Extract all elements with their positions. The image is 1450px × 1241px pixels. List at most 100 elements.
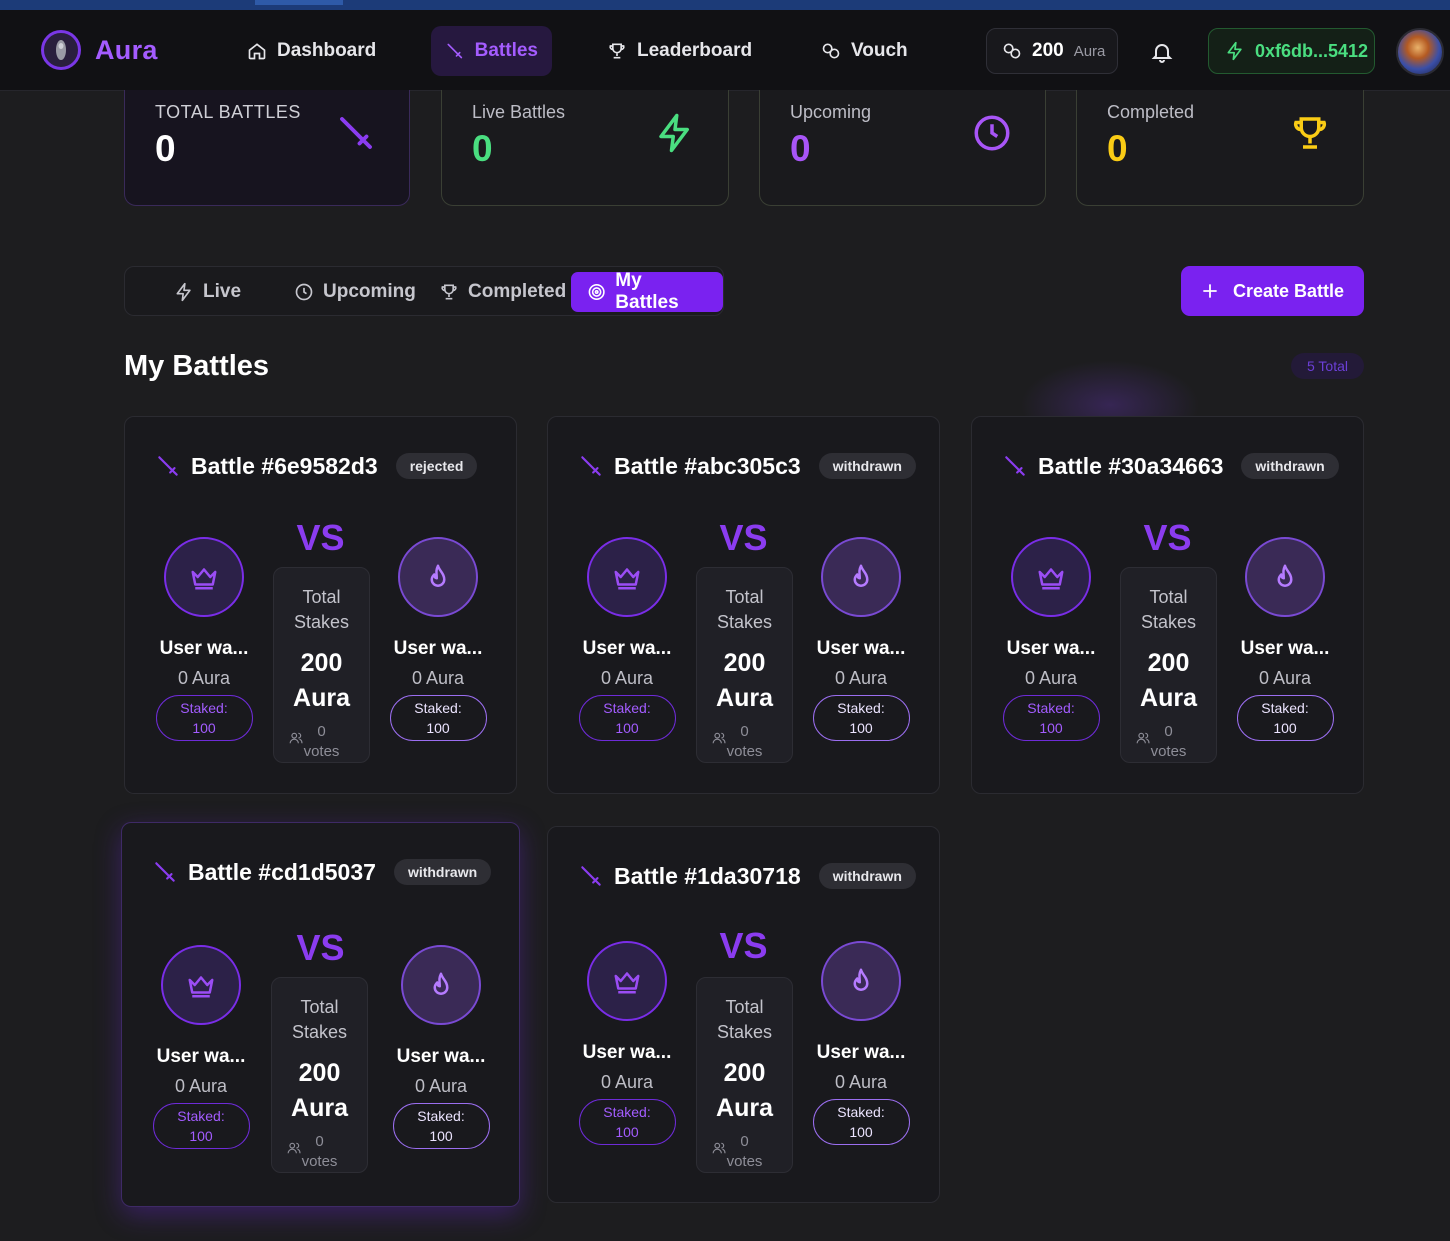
total-stakes-box: Total Stakes 200 Aura 0 votes	[696, 977, 793, 1173]
nav-vouch[interactable]: Vouch	[807, 26, 922, 76]
nav-leaderboard[interactable]: Leaderboard	[593, 26, 766, 76]
battle-title: Battle #1da30718	[614, 862, 801, 889]
votes-count: 0 votes	[697, 1132, 792, 1172]
battle-card[interactable]: Battle #6e9582d3 rejected VS User wa... …	[124, 416, 517, 794]
player-name: User wa...	[393, 638, 483, 659]
link-icon	[822, 43, 840, 59]
stat-value: 0	[790, 128, 811, 169]
avatar[interactable]	[1396, 28, 1444, 76]
player-aura: 0 Aura	[1258, 668, 1312, 688]
player-right[interactable]: User wa... 0 Aura Staked: 100	[1230, 537, 1340, 741]
create-battle-button[interactable]: Create Battle	[1181, 266, 1364, 316]
player-left[interactable]: User wa... 0 Aura Staked: 100	[149, 537, 259, 741]
trophy-icon	[1293, 117, 1327, 149]
player-avatar	[587, 941, 667, 1021]
battle-card-header: Battle #1da30718 withdrawn	[578, 861, 916, 891]
staked-pill: Staked: 100	[812, 695, 910, 741]
player-aura: 0 Aura	[1024, 668, 1078, 688]
nav-dashboard[interactable]: Dashboard	[233, 26, 390, 76]
bell-icon[interactable]	[1150, 40, 1174, 64]
player-left[interactable]: User wa... 0 Aura Staked: 100	[996, 537, 1106, 741]
flame-icon	[1277, 564, 1293, 587]
player-left[interactable]: User wa... 0 Aura Staked: 100	[572, 537, 682, 741]
page-title: My Battles	[124, 350, 270, 382]
battle-card-header: Battle #6e9582d3 rejected	[155, 451, 490, 481]
wallet-button[interactable]: 0xf6db...5412	[1208, 28, 1375, 74]
home-icon	[248, 43, 266, 60]
total-stakes-label: Total Stakes	[293, 587, 350, 632]
player-left[interactable]: User wa... 0 Aura Staked: 100	[146, 945, 256, 1149]
total-stakes-label: Total Stakes	[716, 997, 773, 1042]
flame-icon	[430, 564, 446, 587]
battle-card-header: Battle #abc305c3 withdrawn	[578, 451, 916, 481]
staked-label: Staked:	[414, 700, 462, 716]
player-aura: 0 Aura	[411, 668, 465, 688]
player-name: User wa...	[582, 1042, 672, 1063]
stat-value: 0	[1107, 128, 1128, 169]
tab-upcoming[interactable]: Upcoming	[294, 272, 416, 312]
staked-label: Staked:	[603, 700, 651, 716]
total-stakes-amount: 200 Aura	[1140, 649, 1197, 712]
player-name: User wa...	[816, 638, 906, 659]
brand-name: Aura	[95, 34, 158, 65]
battle-title: Battle #30a34663	[1038, 452, 1224, 479]
battle-card[interactable]: Battle #30a34663 withdrawn VS User wa...…	[971, 416, 1364, 794]
brand-logo[interactable]: Aura	[41, 30, 158, 70]
player-right[interactable]: User wa... 0 Aura Staked: 100	[383, 537, 493, 741]
flame-icon	[853, 564, 869, 587]
flame-icon	[853, 968, 869, 991]
player-right[interactable]: User wa... 0 Aura Staked: 100	[806, 537, 916, 741]
player-name: User wa...	[156, 1046, 246, 1067]
aura-balance[interactable]: 200 Aura	[986, 28, 1118, 74]
staked-value: 100	[429, 1128, 453, 1144]
browser-top-strip	[0, 0, 1450, 10]
tab-live[interactable]: Live	[174, 272, 241, 312]
aura-balance-unit: Aura	[1073, 42, 1106, 60]
votes-label: votes	[726, 743, 763, 760]
staked-pill: Staked: 100	[389, 695, 487, 741]
player-right[interactable]: User wa... 0 Aura Staked: 100	[386, 945, 496, 1149]
staked-value: 100	[615, 720, 639, 736]
player-aura: 0 Aura	[600, 1072, 654, 1092]
staked-label: Staked:	[417, 1108, 465, 1124]
votes-label: votes	[726, 1153, 763, 1170]
battle-card-header: Battle #cd1d5037 withdrawn	[152, 857, 493, 887]
player-aura: 0 Aura	[834, 668, 888, 688]
total-stakes-amount: 200 Aura	[716, 649, 773, 712]
staked-label: Staked:	[603, 1104, 651, 1120]
tab-live-label: Live	[203, 281, 242, 302]
stat-total-battles: TOTAL BATTLES 0	[124, 90, 410, 206]
player-aura: 0 Aura	[600, 668, 654, 688]
stat-label: Live Battles	[472, 102, 566, 122]
total-stakes-box: Total Stakes 200 Aura 0 votes	[273, 567, 370, 763]
tab-completed[interactable]: Completed	[439, 272, 566, 312]
top-strip-segment	[255, 0, 343, 5]
tab-my-battles[interactable]: My Battles	[571, 270, 723, 313]
battle-card[interactable]: Battle #1da30718 withdrawn VS User wa...…	[547, 826, 940, 1203]
sword-icon	[158, 456, 178, 476]
nav-battles[interactable]: Battles	[431, 26, 552, 76]
crown-icon	[1038, 568, 1064, 590]
sword-icon	[1005, 456, 1025, 476]
sword-icon	[581, 456, 601, 476]
users-icon	[287, 1142, 301, 1154]
trophy-icon	[441, 284, 457, 300]
stat-upcoming: Upcoming 0	[759, 90, 1046, 206]
status-badge: withdrawn	[393, 859, 492, 885]
stat-completed: Completed 0	[1076, 90, 1364, 206]
player-left[interactable]: User wa... 0 Aura Staked: 100	[572, 941, 682, 1145]
users-icon	[712, 1142, 726, 1154]
battle-card[interactable]: Battle #abc305c3 withdrawn VS User wa...…	[547, 416, 940, 794]
status-badge: rejected	[395, 453, 478, 479]
stat-live-battles: Live Battles 0	[441, 90, 729, 206]
staked-value: 100	[426, 720, 450, 736]
staked-value: 100	[615, 1124, 639, 1140]
player-right[interactable]: User wa... 0 Aura Staked: 100	[806, 941, 916, 1145]
staked-label: Staked:	[1261, 700, 1309, 716]
player-avatar	[587, 537, 667, 617]
staked-pill: Staked: 100	[392, 1103, 490, 1149]
staked-pill: Staked: 100	[1002, 695, 1100, 741]
stat-label: TOTAL BATTLES	[155, 102, 301, 122]
battle-card[interactable]: Battle #cd1d5037 withdrawn VS User wa...…	[121, 822, 520, 1207]
users-icon	[712, 732, 726, 744]
